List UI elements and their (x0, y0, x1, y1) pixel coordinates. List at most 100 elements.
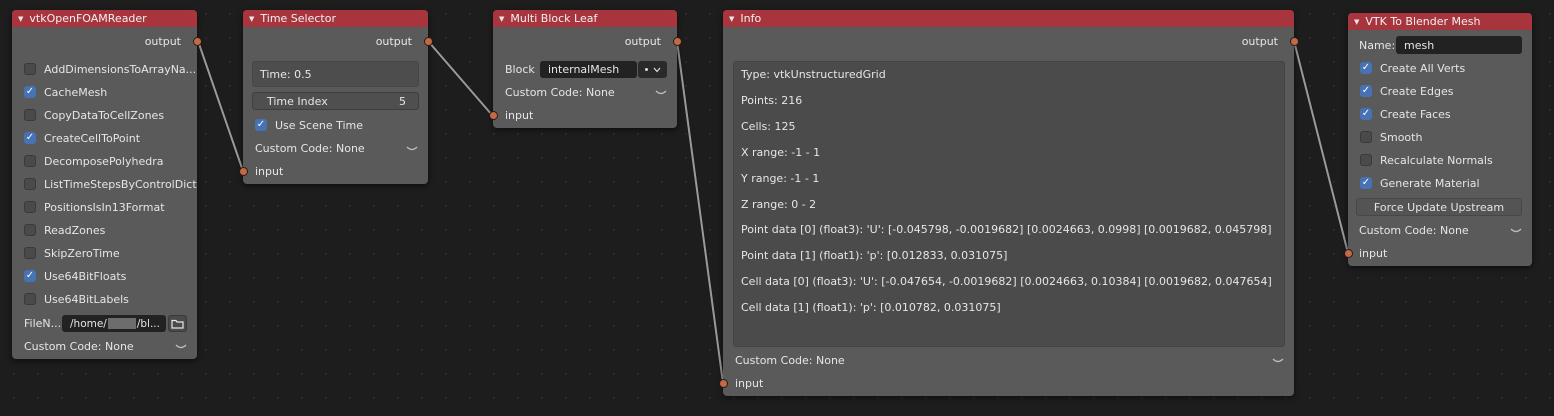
custom-code-row[interactable]: Custom Code: None (1348, 220, 1532, 240)
node-header[interactable]: ▼ Multi Block Leaf (493, 10, 677, 27)
use-scene-time-toggle[interactable]: ✓ Use Scene Time (243, 115, 428, 135)
option-toggle[interactable]: PositionsIsIn13Format (12, 197, 197, 217)
option-toggle[interactable]: CopyDataToCellZones (12, 105, 197, 125)
output-row: output (723, 31, 1294, 51)
input-label: input (255, 164, 284, 178)
custom-code-label: Custom Code: None (735, 353, 845, 367)
option-label: ListTimeStepsByControlDict (44, 177, 197, 191)
option-toggle[interactable]: Recalculate Normals (1348, 150, 1532, 170)
option-toggle[interactable]: ✓ Use64BitFloats (12, 266, 197, 286)
collapse-arrow-icon[interactable]: ▼ (249, 15, 254, 23)
link-reader-to-time-selector (197, 40, 244, 172)
link-multi-block-to-info (676, 40, 724, 384)
chevron-down-icon[interactable] (655, 89, 667, 97)
option-toggle[interactable]: SkipZeroTime (12, 243, 197, 263)
chevron-down-icon[interactable] (406, 145, 418, 153)
custom-code-row[interactable]: Custom Code: None (723, 350, 1294, 370)
use-scene-time-label: Use Scene Time (275, 118, 363, 132)
file-browser-button[interactable] (168, 315, 187, 332)
custom-code-row[interactable]: Custom Code: None (243, 138, 428, 158)
custom-code-row[interactable]: Custom Code: None (12, 336, 197, 356)
node-header[interactable]: ▼ VTK To Blender Mesh (1348, 13, 1532, 30)
checkbox[interactable] (24, 63, 36, 75)
output-socket[interactable] (673, 37, 682, 46)
node-header[interactable]: ▼ vtkOpenFOAMReader (12, 10, 197, 27)
option-toggle[interactable]: ✓ Generate Material (1348, 173, 1532, 193)
dot-icon (644, 68, 648, 71)
option-toggle[interactable]: ✓ Create All Verts (1348, 58, 1532, 78)
checkbox[interactable] (24, 109, 36, 121)
node-info[interactable]: ▼ Info output Type: vtkUnstructuredGrid P… (719, 10, 1299, 396)
option-toggle[interactable]: Smooth (1348, 127, 1532, 147)
output-socket[interactable] (424, 37, 433, 46)
option-toggle[interactable]: ✓ Create Edges (1348, 81, 1532, 101)
checkbox[interactable]: ✓ (1360, 177, 1372, 189)
redacted-region (107, 318, 136, 329)
node-time-selector[interactable]: ▼ Time Selector output Time: 0.5 Time In… (239, 10, 433, 184)
option-toggle[interactable]: ReadZones (12, 220, 197, 240)
input-socket[interactable] (239, 167, 248, 176)
option-toggle[interactable]: ListTimeStepsByControlDict (12, 174, 197, 194)
checkbox[interactable]: ✓ (1360, 108, 1372, 120)
output-socket[interactable] (1290, 37, 1299, 46)
collapse-arrow-icon[interactable]: ▼ (18, 15, 23, 23)
node-multi-block-leaf[interactable]: ▼ Multi Block Leaf output Block internal… (489, 10, 682, 128)
option-label: Use64BitFloats (44, 269, 127, 283)
info-line: Y range: -1 - 1 (741, 171, 820, 185)
block-dropdown-button[interactable] (638, 61, 667, 78)
collapse-arrow-icon[interactable]: ▼ (499, 15, 504, 23)
input-socket[interactable] (489, 111, 498, 120)
option-toggle[interactable]: ✓ CreateCellToPoint (12, 128, 197, 148)
checkbox[interactable]: ✓ (24, 86, 36, 98)
node-title: VTK To Blender Mesh (1365, 15, 1481, 28)
node-vtk-openfoam-reader[interactable]: ▼ vtkOpenFOAMReader output AddDimensions… (12, 10, 202, 359)
chevron-down-icon[interactable] (1510, 227, 1522, 235)
collapse-arrow-icon[interactable]: ▼ (729, 15, 734, 23)
checkbox[interactable] (24, 247, 36, 259)
input-label: input (1359, 246, 1388, 260)
file-name-label: FileN... (24, 316, 62, 330)
custom-code-label: Custom Code: None (1359, 223, 1469, 237)
checkbox[interactable] (24, 155, 36, 167)
block-select[interactable]: internalMesh (540, 61, 637, 78)
input-row: input (243, 161, 428, 181)
checkbox[interactable] (24, 178, 36, 190)
output-row: output (493, 31, 677, 51)
input-socket[interactable] (1344, 249, 1353, 258)
chevron-down-icon[interactable] (1272, 357, 1284, 365)
checkbox[interactable]: ✓ (255, 119, 267, 131)
node-header[interactable]: ▼ Time Selector (243, 10, 428, 27)
checkbox[interactable]: ✓ (1360, 62, 1372, 74)
node-header[interactable]: ▼ Info (723, 10, 1294, 27)
name-label: Name: (1359, 38, 1396, 52)
option-toggle[interactable]: ✓ Create Faces (1348, 104, 1532, 124)
custom-code-label: Custom Code: None (505, 85, 615, 99)
checkbox[interactable] (24, 201, 36, 213)
option-toggle[interactable]: Use64BitLabels (12, 289, 197, 309)
checkbox[interactable] (1360, 154, 1372, 166)
input-socket[interactable] (719, 379, 728, 388)
node-vtk-to-blender-mesh[interactable]: ▼ VTK To Blender Mesh Name: mesh ✓ Create… (1344, 13, 1532, 266)
custom-code-row[interactable]: Custom Code: None (493, 82, 677, 102)
checkbox[interactable]: ✓ (1360, 85, 1372, 97)
force-update-upstream-button[interactable]: Force Update Upstream (1356, 198, 1522, 216)
file-path-input[interactable]: /home/ /bl... (62, 315, 166, 332)
option-toggle[interactable]: ✓ CacheMesh (12, 82, 197, 102)
checkbox[interactable] (24, 224, 36, 236)
chevron-down-icon[interactable] (175, 343, 187, 351)
input-row: input (723, 373, 1294, 393)
option-label: CacheMesh (44, 85, 108, 99)
time-index-field[interactable]: Time Index 5 (252, 92, 419, 110)
checkbox[interactable]: ✓ (24, 270, 36, 282)
option-toggle[interactable]: DecomposePolyhedra (12, 151, 197, 171)
checkbox[interactable]: ✓ (24, 132, 36, 144)
checkbox[interactable] (24, 293, 36, 305)
mesh-name-input[interactable]: mesh (1396, 36, 1522, 54)
option-label: SkipZeroTime (44, 246, 120, 260)
collapse-arrow-icon[interactable]: ▼ (1354, 18, 1359, 26)
checkbox[interactable] (1360, 131, 1372, 143)
info-line: Points: 216 (741, 93, 803, 107)
output-socket[interactable] (193, 37, 202, 46)
option-toggle[interactable]: AddDimensionsToArrayNa... (12, 59, 197, 79)
input-row: input (1348, 243, 1532, 263)
